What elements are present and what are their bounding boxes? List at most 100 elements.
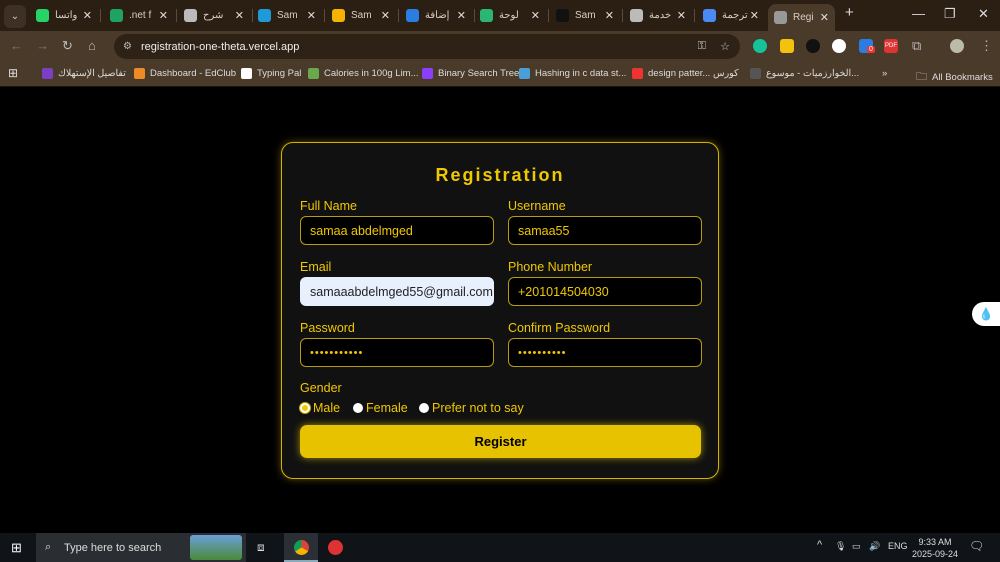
tab-search-button[interactable]: ⌄ <box>4 5 26 28</box>
tab-2[interactable]: شرح ✕ <box>178 4 250 27</box>
clock[interactable]: 9:33 AM 2025-09-24 <box>912 536 958 560</box>
home-icon[interactable]: ⌂ <box>88 38 96 53</box>
apps-grid-icon[interactable]: ⊞ <box>8 66 18 80</box>
taskbar-chrome[interactable] <box>284 533 318 562</box>
radio-button[interactable] <box>419 403 429 413</box>
close-tab-icon[interactable]: ✕ <box>307 9 316 22</box>
floating-extension-icon[interactable]: 💧 <box>972 302 1000 326</box>
radio-label: Male <box>313 401 341 415</box>
pdf-extension-icon[interactable]: PDF <box>884 39 898 53</box>
task-view-icon[interactable]: ⧈ <box>257 540 265 555</box>
extensions-puzzle-icon[interactable]: ⧉ <box>912 38 921 54</box>
close-window-button[interactable]: ✕ <box>978 6 989 22</box>
volume-icon[interactable]: 🔊 <box>869 541 880 552</box>
close-tab-icon[interactable]: ✕ <box>457 9 466 22</box>
back-icon[interactable]: ← <box>10 38 23 53</box>
tab-8[interactable]: خدمة ✕ <box>624 4 692 27</box>
password-input[interactable]: ••••••••••• <box>300 338 494 367</box>
upwork-icon <box>556 9 569 22</box>
bookmark-favicon-icon <box>241 68 252 79</box>
full-name-input[interactable]: samaa abdelmged <box>300 216 494 245</box>
tab-1[interactable]: .net f ✕ <box>104 4 174 27</box>
maximize-button[interactable]: ❐ <box>944 6 956 22</box>
register-button[interactable]: Register <box>300 425 701 458</box>
minimize-button[interactable]: — <box>912 6 925 21</box>
menu-kebab-icon[interactable]: ⋮ <box>980 38 993 54</box>
password-key-icon[interactable]: ⚿ <box>698 40 706 53</box>
tab-6[interactable]: لوحة ✕ <box>474 4 546 27</box>
notifications-icon[interactable]: 🗨 <box>969 539 984 553</box>
profile-avatar[interactable] <box>950 39 964 53</box>
tab-5[interactable]: إضافة ✕ <box>400 4 472 27</box>
username-input[interactable]: samaa55 <box>508 216 702 245</box>
extension-badge-icon[interactable]: 0 <box>859 39 875 53</box>
tab-3[interactable]: Sam ✕ <box>252 4 322 27</box>
close-tab-icon[interactable]: ✕ <box>677 9 686 22</box>
gender-radio-prefer-not[interactable]: Prefer not to say <box>419 401 524 415</box>
k-icon <box>480 9 493 22</box>
forward-icon[interactable]: → <box>36 38 49 53</box>
spy-extension-icon[interactable] <box>806 39 820 53</box>
tray-chevron-icon[interactable]: ^ <box>817 539 822 551</box>
keep-icon[interactable] <box>780 39 794 53</box>
bookmark-item[interactable]: Calories in 100g Lim... <box>308 68 419 79</box>
registration-form: Registration Full Name samaa abdelmged Use… <box>281 142 719 479</box>
bookmark-item[interactable]: تفاصيل الإستهلاك <box>42 68 126 79</box>
gender-label: Gender <box>300 381 342 395</box>
windows-start-icon[interactable]: ⊞ <box>11 540 22 556</box>
tab-7[interactable]: Sam ✕ <box>550 4 620 27</box>
taskbar-app-icon[interactable] <box>328 540 343 555</box>
bookmark-label: All Bookmarks <box>932 72 993 83</box>
new-tab-button[interactable]: + <box>845 4 854 21</box>
address-bar[interactable]: ⚙ registration-one-theta.vercel.app ⚿ ☆ <box>114 34 740 59</box>
translate-icon <box>703 9 716 22</box>
bookmark-item[interactable]: Dashboard - EdClub <box>134 68 236 79</box>
password-label: Password <box>300 321 355 335</box>
email-label: Email <box>300 260 332 274</box>
bookmark-item[interactable]: design patter... كورس <box>632 68 739 79</box>
tab-label: ترجمة <box>722 10 748 21</box>
bookmark-favicon-icon <box>42 68 53 79</box>
taskbar-search[interactable]: ⌕ Type here to search <box>36 533 246 562</box>
search-placeholder: Type here to search <box>64 541 162 554</box>
gender-radio-male[interactable]: Male <box>300 401 340 415</box>
confirm-password-input[interactable]: •••••••••• <box>508 338 702 367</box>
tab-separator <box>100 9 101 22</box>
tab-4[interactable]: Sam ✕ <box>326 4 396 27</box>
bookmark-star-icon[interactable]: ☆ <box>720 40 730 53</box>
close-tab-icon[interactable]: ✕ <box>159 9 168 22</box>
bookmark-item[interactable]: Hashing in c data st... <box>519 68 626 79</box>
radio-button[interactable] <box>300 403 310 413</box>
phone-number-input[interactable]: +201014504030 <box>508 277 702 306</box>
close-tab-icon[interactable]: ✕ <box>235 9 244 22</box>
microphone-icon[interactable]: 🎙 <box>835 541 846 552</box>
battery-icon[interactable]: ▭ <box>852 541 861 552</box>
site-info-icon[interactable]: ⚙ <box>123 41 132 52</box>
close-tab-icon[interactable]: ✕ <box>531 9 540 22</box>
close-tab-icon[interactable]: ✕ <box>820 11 829 24</box>
sheets-icon <box>110 9 123 22</box>
gender-radio-female[interactable]: Female <box>353 401 408 415</box>
radio-button[interactable] <box>353 403 363 413</box>
bookmark-favicon-icon <box>422 68 433 79</box>
bookmark-label: Typing Pal <box>257 68 302 79</box>
grammarly-icon[interactable] <box>753 39 767 53</box>
email-input[interactable]: samaaabdelmged55@gmail.com <box>300 277 494 306</box>
tab-10[interactable]: Regi ✕ <box>768 4 835 31</box>
close-tab-icon[interactable]: ✕ <box>83 9 92 22</box>
tab-0[interactable]: واتسا ✕ <box>30 4 98 27</box>
close-tab-icon[interactable]: ✕ <box>750 9 759 22</box>
bookmark-favicon-icon <box>134 68 145 79</box>
bookmark-item[interactable]: الخوارزميات - موسوع... <box>750 68 859 79</box>
language-indicator[interactable]: ENG <box>888 541 908 551</box>
close-tab-icon[interactable]: ✕ <box>381 9 390 22</box>
more-bookmarks-chevron-icon[interactable]: » <box>882 68 887 79</box>
close-tab-icon[interactable]: ✕ <box>605 9 614 22</box>
reload-icon[interactable]: ↻ <box>62 38 73 54</box>
bookmark-item[interactable]: Typing Pal <box>241 68 301 79</box>
bookmark-item[interactable]: Binary Search Tree <box>422 68 519 79</box>
tab-label: واتسا <box>55 10 78 21</box>
extension-circle-icon[interactable] <box>832 39 846 53</box>
tab-9[interactable]: ترجمة ✕ <box>697 4 765 27</box>
bookmark-item[interactable]: 🗀 All Bookmarks <box>916 68 993 87</box>
